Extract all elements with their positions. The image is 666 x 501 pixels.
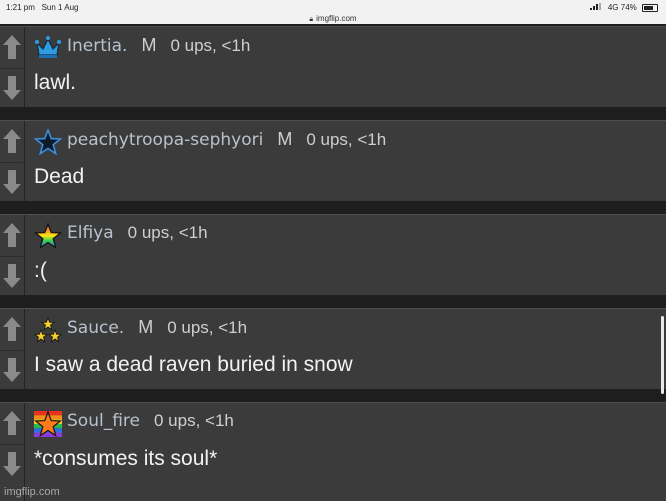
up-arrow-icon (2, 222, 22, 248)
status-date-text: Sun 1 Aug (42, 3, 79, 12)
battery-text: 74% (621, 3, 637, 12)
up-arrow-icon (2, 128, 22, 154)
comment-meta: 0 ups, <1h (170, 36, 250, 56)
username-link[interactable]: Soul_fire (67, 411, 140, 431)
comment-text: *consumes its soul* (34, 447, 217, 471)
status-time: 1:21 pm Sun 1 Aug (6, 3, 79, 12)
username-link[interactable]: Inertia. (67, 36, 127, 56)
comment-header: Sauce. M 0 ups, <1h (34, 317, 247, 343)
status-indicators: 4G 74% (590, 3, 658, 12)
address-bar[interactable]: 🔒︎imgflip.com (0, 14, 666, 24)
comment-meta: 0 ups, <1h (154, 411, 234, 431)
mod-badge: M (141, 35, 156, 56)
comment-header: Inertia. M 0 ups, <1h (34, 35, 250, 61)
down-arrow-icon (2, 451, 22, 477)
down-arrow-icon (2, 169, 22, 195)
downvote-button[interactable] (0, 68, 23, 107)
username-link[interactable]: Elfiya (67, 223, 114, 243)
vote-column (0, 27, 25, 107)
status-time-text: 1:21 pm (6, 3, 35, 12)
up-arrow-icon (2, 316, 22, 342)
comment-item: peachytroopa-sephyori M 0 ups, <1h Dead (0, 120, 666, 201)
downvote-button[interactable] (0, 444, 23, 483)
up-arrow-icon (2, 410, 22, 436)
comment-text: :( (34, 259, 47, 283)
downvote-button[interactable] (0, 162, 23, 201)
lock-icon: 🔒︎ (309, 16, 313, 24)
star-outline-icon (34, 129, 62, 155)
down-arrow-icon (2, 357, 22, 383)
vote-column (0, 309, 25, 389)
status-bar: 1:21 pm Sun 1 Aug 🔒︎imgflip.com 4G 74% (0, 0, 666, 24)
mod-badge: M (277, 129, 292, 150)
comment-item: Elfiya 0 ups, <1h :( (0, 214, 666, 295)
mod-badge: M (138, 317, 153, 338)
upvote-button[interactable] (0, 404, 23, 442)
url-text: imgflip.com (316, 14, 356, 23)
comment-meta: 0 ups, <1h (306, 130, 386, 150)
upvote-button[interactable] (0, 28, 23, 66)
comment-text: lawl. (34, 71, 76, 95)
username-link[interactable]: peachytroopa-sephyori (67, 130, 263, 150)
comment-item: Inertia. M 0 ups, <1h lawl. (0, 26, 666, 107)
comment-text: I saw a dead raven buried in snow (34, 353, 353, 377)
comment-item: Sauce. M 0 ups, <1h I saw a dead raven b… (0, 308, 666, 389)
up-arrow-icon (2, 34, 22, 60)
comment-meta: 0 ups, <1h (167, 318, 247, 338)
three-stars-icon (34, 317, 62, 343)
upvote-button[interactable] (0, 216, 23, 254)
rainbow-star-icon (34, 223, 62, 249)
down-arrow-icon (2, 263, 22, 289)
vote-column (0, 121, 25, 201)
orange-star-rainbow-icon (34, 411, 62, 437)
username-link[interactable]: Sauce. (67, 318, 124, 338)
comment-header: Elfiya 0 ups, <1h (34, 223, 208, 249)
comment-header: peachytroopa-sephyori M 0 ups, <1h (34, 129, 386, 155)
comment-item: Soul_fire 0 ups, <1h *consumes its soul* (0, 402, 666, 501)
scrollbar[interactable] (661, 316, 664, 394)
comment-text: Dead (34, 165, 84, 189)
downvote-button[interactable] (0, 350, 23, 389)
downvote-button[interactable] (0, 256, 23, 295)
comment-meta: 0 ups, <1h (128, 223, 208, 243)
watermark: imgflip.com (4, 486, 60, 498)
vote-column (0, 215, 25, 295)
down-arrow-icon (2, 75, 22, 101)
battery-icon (642, 4, 658, 12)
crown-icon (34, 35, 62, 61)
comment-header: Soul_fire 0 ups, <1h (34, 411, 234, 437)
signal-icon (590, 3, 602, 12)
network-text: 4G (608, 3, 619, 12)
upvote-button[interactable] (0, 310, 23, 348)
upvote-button[interactable] (0, 122, 23, 160)
